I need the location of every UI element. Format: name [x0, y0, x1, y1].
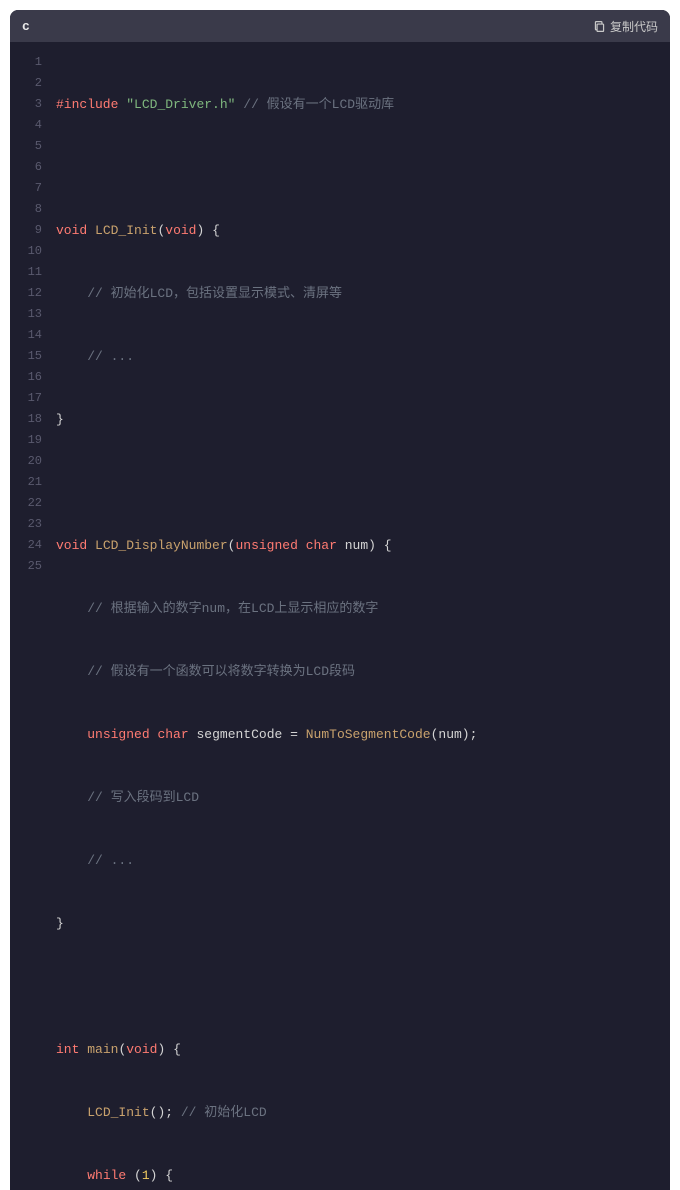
line-number: 4: [10, 115, 42, 136]
code-line: [56, 157, 658, 178]
line-number: 3: [10, 94, 42, 115]
code-block: c 复制代码 123456789101112131415161718192021…: [10, 10, 670, 1190]
line-number: 22: [10, 493, 42, 514]
line-number: 7: [10, 178, 42, 199]
line-number: 14: [10, 325, 42, 346]
line-number-gutter: 1234567891011121314151617181920212223242…: [10, 52, 56, 1190]
line-number: 2: [10, 73, 42, 94]
code-line: void LCD_Init(void) {: [56, 220, 658, 241]
code-line: [56, 472, 658, 493]
line-number: 11: [10, 262, 42, 283]
line-number: 13: [10, 304, 42, 325]
line-number: 6: [10, 157, 42, 178]
code-line: // 假设有一个函数可以将数字转换为LCD段码: [56, 661, 658, 682]
code-line: // 写入段码到LCD: [56, 787, 658, 808]
code-line: // ...: [56, 850, 658, 871]
line-number: 20: [10, 451, 42, 472]
line-number: 8: [10, 199, 42, 220]
code-content[interactable]: #include "LCD_Driver.h" // 假设有一个LCD驱动库 v…: [56, 52, 670, 1190]
line-number: 9: [10, 220, 42, 241]
code-line: [56, 976, 658, 997]
line-number: 18: [10, 409, 42, 430]
line-number: 12: [10, 283, 42, 304]
code-line: }: [56, 409, 658, 430]
code-line: // 根据输入的数字num，在LCD上显示相应的数字: [56, 598, 658, 619]
line-number: 10: [10, 241, 42, 262]
code-line: while (1) {: [56, 1165, 658, 1186]
line-number: 24: [10, 535, 42, 556]
line-number: 17: [10, 388, 42, 409]
code-line: #include "LCD_Driver.h" // 假设有一个LCD驱动库: [56, 94, 658, 115]
copy-code-label: 复制代码: [610, 18, 658, 35]
line-number: 19: [10, 430, 42, 451]
line-number: 21: [10, 472, 42, 493]
line-number: 23: [10, 514, 42, 535]
code-language-label: c: [22, 19, 30, 34]
code-line: int main(void) {: [56, 1039, 658, 1060]
copy-code-button[interactable]: 复制代码: [593, 18, 658, 35]
code-header: c 复制代码: [10, 10, 670, 42]
line-number: 15: [10, 346, 42, 367]
code-line: void LCD_DisplayNumber(unsigned char num…: [56, 535, 658, 556]
copy-icon: [593, 20, 606, 33]
code-body: 1234567891011121314151617181920212223242…: [10, 42, 670, 1190]
code-line: unsigned char segmentCode = NumToSegment…: [56, 724, 658, 745]
line-number: 16: [10, 367, 42, 388]
line-number: 5: [10, 136, 42, 157]
code-line: // 初始化LCD，包括设置显示模式、清屏等: [56, 283, 658, 304]
code-line: // ...: [56, 346, 658, 367]
code-line: LCD_Init(); // 初始化LCD: [56, 1102, 658, 1123]
code-line: }: [56, 913, 658, 934]
line-number: 25: [10, 556, 42, 577]
line-number: 1: [10, 52, 42, 73]
